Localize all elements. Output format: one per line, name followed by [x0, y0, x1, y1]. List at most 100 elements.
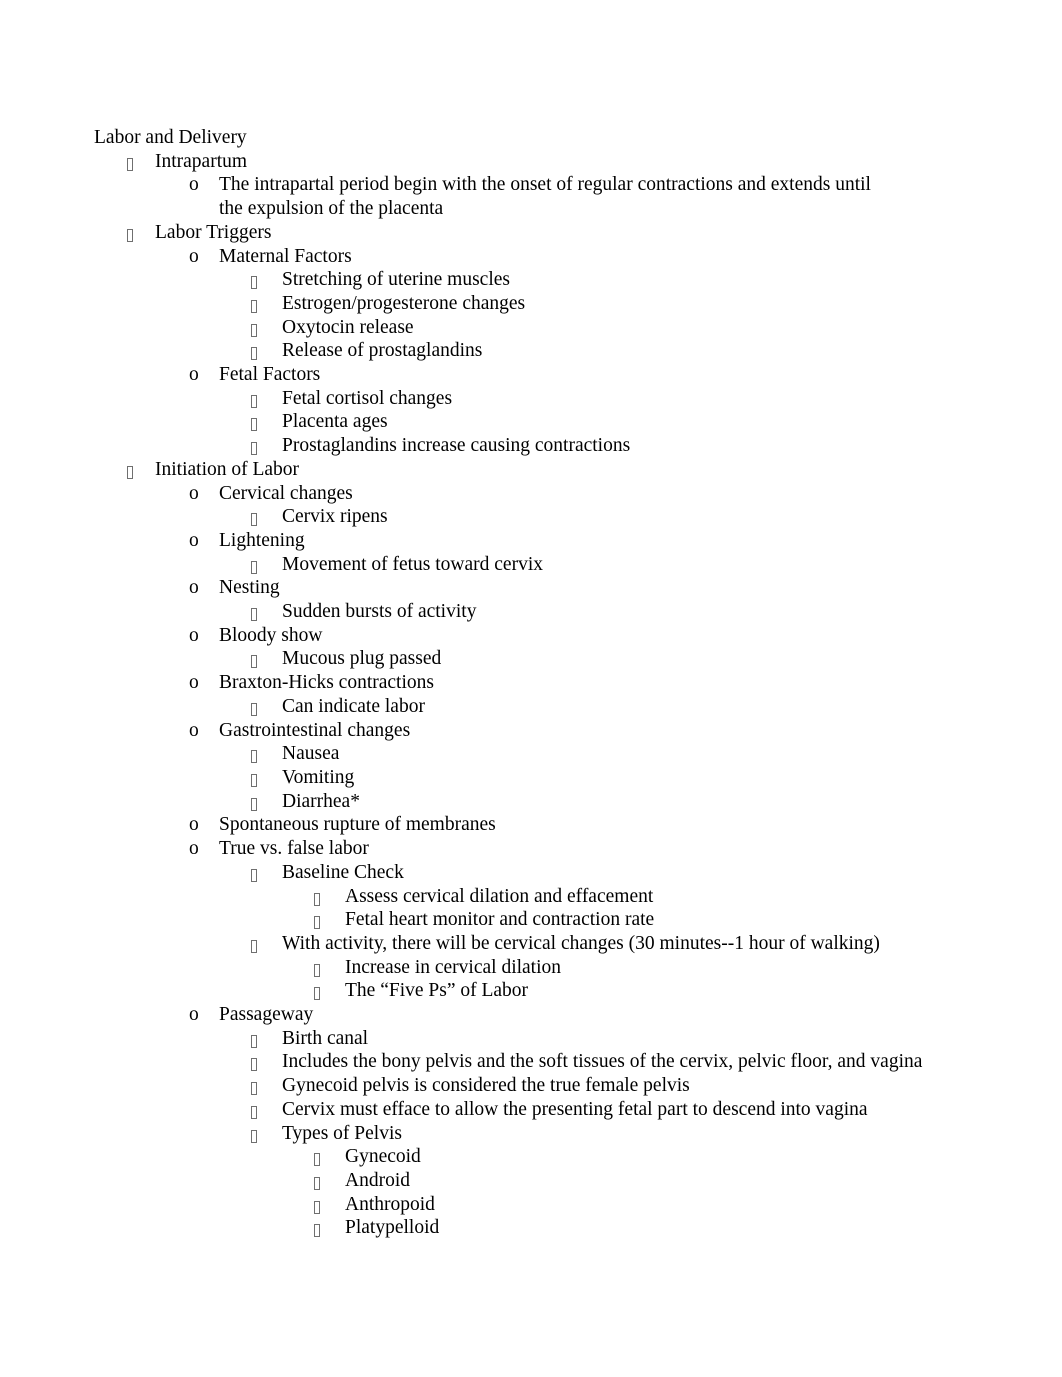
missing-glyph-bullet-icon	[251, 434, 282, 458]
outline-item-level-2: o Gastrointestinal changes	[189, 719, 966, 743]
missing-glyph-bullet-icon	[251, 647, 282, 671]
outline-item-text: Estrogen/progesterone changes	[282, 292, 526, 314]
missing-glyph-bullet-icon	[314, 1216, 345, 1240]
letter-o-bullet-icon: o	[189, 174, 199, 196]
outline-item-level-2: o Fetal Factors	[189, 363, 966, 387]
missing-glyph-box-icon	[251, 1058, 257, 1072]
missing-glyph-box-icon	[127, 228, 133, 242]
missing-glyph-box-icon	[251, 276, 257, 290]
outline-item-text: With activity, there will be cervical ch…	[282, 932, 880, 954]
outline-item-text: Bloody show	[219, 624, 323, 646]
outline-item-level-3: Vomiting	[251, 766, 966, 790]
letter-o-bullet-icon: o	[189, 482, 199, 504]
outline-item-text: Stretching of uterine muscles	[282, 269, 510, 291]
missing-glyph-bullet-icon	[251, 292, 282, 316]
letter-o-bullet-icon: o	[189, 577, 199, 599]
outline-item-level-4: Platypelloid	[314, 1216, 966, 1240]
outline-item-text: Movement of fetus toward cervix	[282, 553, 544, 575]
outline-item-level-3: Release of prostaglandins	[251, 339, 966, 363]
outline-item-level-3: Diarrhea*	[251, 790, 966, 814]
outline-item-level-3: Can indicate labor	[251, 695, 966, 719]
outline-item-level-3: Birth canal	[251, 1027, 966, 1051]
outline-item-level-3: Placenta ages	[251, 410, 966, 434]
outline-item-level-4: The “Five Ps” of Labor	[314, 979, 966, 1003]
outline-item-text: Types of Pelvis	[282, 1122, 402, 1144]
missing-glyph-box-icon	[251, 442, 257, 456]
missing-glyph-box-icon	[127, 465, 133, 479]
outline-item-level-3: Prostaglandins increase causing contract…	[251, 434, 966, 458]
missing-glyph-box-icon	[251, 394, 257, 408]
outline-item-level-3: Oxytocin release	[251, 316, 966, 340]
outline-item-level-2: o The intrapartal period begin with the o…	[189, 173, 966, 220]
outline-item-level-3: With activity, there will be cervical ch…	[251, 932, 966, 956]
outline-item-level-2: o Braxton-Hicks contractions	[189, 671, 966, 695]
outline-item-text: The intrapartal period begin with the on…	[219, 174, 871, 220]
missing-glyph-bullet-icon	[251, 1098, 282, 1122]
letter-o-bullet-icon: o	[189, 814, 199, 836]
outline-item-text: Can indicate labor	[282, 695, 425, 717]
outline-item-text: Spontaneous rupture of membranes	[219, 814, 496, 836]
outline-item-level-1: Initiation of Labor	[127, 458, 966, 482]
outline-item-text: Diarrhea*	[282, 790, 360, 812]
missing-glyph-box-icon	[251, 560, 257, 574]
missing-glyph-bullet-icon	[251, 268, 282, 292]
outline-item-level-4: Increase in cervical dilation	[314, 956, 966, 980]
missing-glyph-bullet-icon	[251, 553, 282, 577]
missing-glyph-box-icon	[314, 916, 320, 930]
missing-glyph-bullet-icon	[251, 695, 282, 719]
missing-glyph-bullet-icon	[251, 742, 282, 766]
missing-glyph-bullet-icon	[251, 932, 282, 956]
outline-item-text: Oxytocin release	[282, 316, 414, 338]
missing-glyph-bullet-icon	[251, 1027, 282, 1051]
outline-item-level-2: o True vs. false labor	[189, 837, 966, 861]
outline-item-level-3: Gynecoid pelvis is considered the true f…	[251, 1074, 966, 1098]
outline-item-text: Maternal Factors	[219, 245, 352, 267]
missing-glyph-box-icon	[251, 1129, 257, 1143]
outline-item-text: Gynecoid pelvis is considered the true f…	[282, 1075, 690, 1097]
outline-item-text: Anthropoid	[345, 1193, 435, 1215]
outline-item-text: Android	[345, 1169, 410, 1191]
missing-glyph-bullet-icon	[314, 956, 345, 980]
outline-item-text: Baseline Check	[282, 861, 404, 883]
letter-o-bullet-icon: o	[189, 838, 199, 860]
missing-glyph-box-icon	[314, 1176, 320, 1190]
letter-o-bullet-icon: o	[189, 672, 199, 694]
missing-glyph-box-icon	[251, 608, 257, 622]
outline-item-level-3: Sudden bursts of activity	[251, 600, 966, 624]
missing-glyph-bullet-icon	[314, 979, 345, 1003]
outline-item-level-1: Intrapartum	[127, 150, 966, 174]
outline-item-level-4: Assess cervical dilation and effacement	[314, 885, 966, 909]
missing-glyph-box-icon	[251, 750, 257, 764]
outline-item-text: Birth canal	[282, 1027, 369, 1049]
letter-o-bullet-icon: o	[189, 624, 199, 646]
missing-glyph-bullet-icon	[127, 221, 155, 245]
missing-glyph-bullet-icon	[251, 410, 282, 434]
outline-item-level-3: Stretching of uterine muscles	[251, 268, 966, 292]
outline-item-text: Prostaglandins increase causing contract…	[282, 435, 631, 457]
missing-glyph-bullet-icon	[314, 1193, 345, 1217]
document-page: Labor and Delivery Intrapartum o The intrap…	[0, 0, 1062, 1377]
outline-item-text: Passageway	[219, 1004, 314, 1026]
outline-item-level-2: o Cervical changes	[189, 482, 966, 506]
outline-item-level-1: Labor Triggers	[127, 221, 966, 245]
missing-glyph-box-icon	[251, 418, 257, 432]
missing-glyph-bullet-icon	[314, 1169, 345, 1193]
missing-glyph-box-icon	[127, 157, 133, 171]
missing-glyph-box-icon	[251, 655, 257, 669]
outline-item-level-3: Fetal cortisol changes	[251, 387, 966, 411]
missing-glyph-bullet-icon	[251, 766, 282, 790]
outline-item-text: Gastrointestinal changes	[219, 719, 411, 741]
outline-item-text: Release of prostaglandins	[282, 340, 483, 362]
missing-glyph-bullet-icon	[251, 387, 282, 411]
outline-item-level-4: Fetal heart monitor and contraction rate	[314, 908, 966, 932]
letter-o-bullet-icon: o	[189, 364, 199, 386]
outline-item-level-3: Movement of fetus toward cervix	[251, 553, 966, 577]
missing-glyph-box-icon	[251, 702, 257, 716]
outline-item-level-3: Types of Pelvis	[251, 1122, 966, 1146]
missing-glyph-box-icon	[314, 1200, 320, 1214]
missing-glyph-box-icon	[251, 868, 257, 882]
outline-item-text: True vs. false labor	[219, 838, 369, 860]
outline-item-text: Fetal cortisol changes	[282, 387, 453, 409]
outline-item-text: Nausea	[282, 743, 340, 765]
outline-item-level-4: Android	[314, 1169, 966, 1193]
